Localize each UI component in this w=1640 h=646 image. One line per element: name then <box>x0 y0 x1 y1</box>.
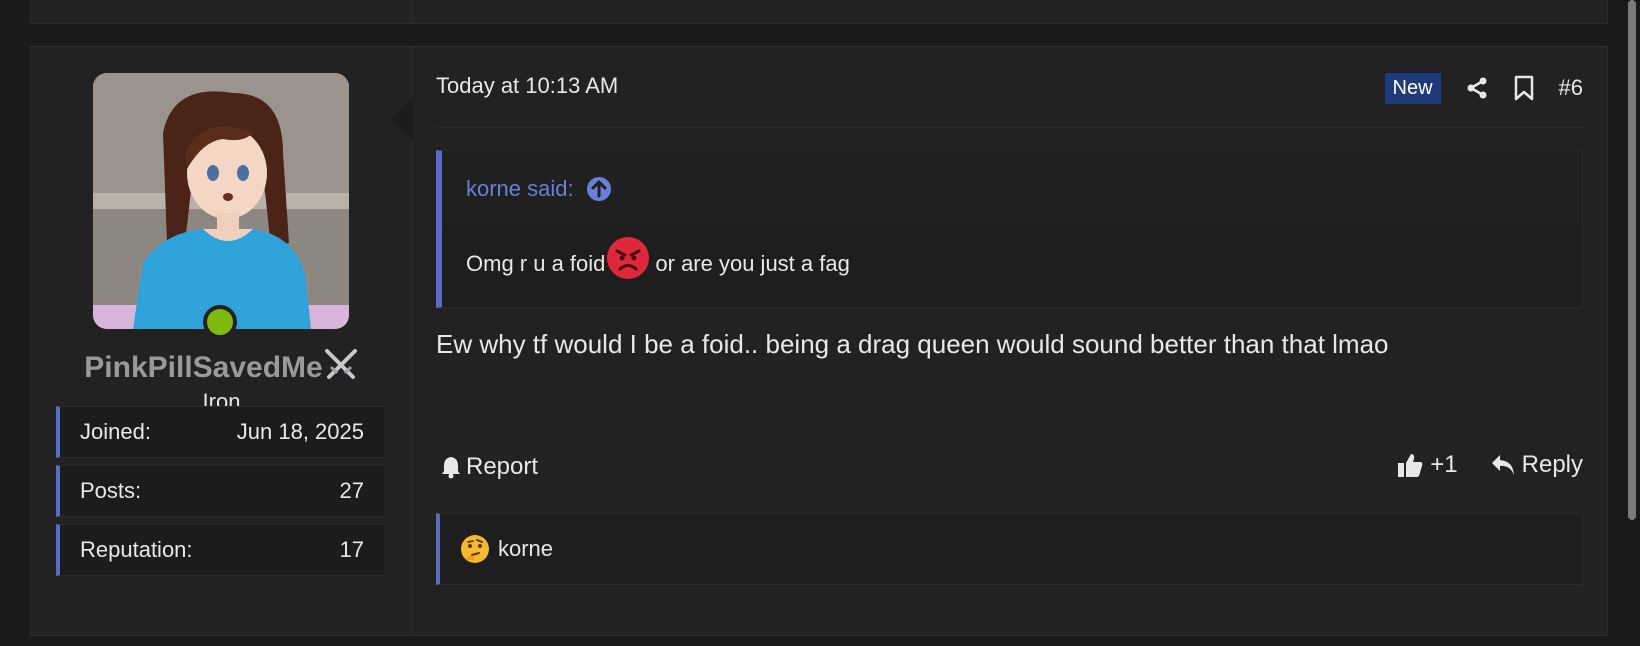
forum-post: PinkPillSavedMe Iron Joined: Jun 18, 202… <box>30 46 1608 636</box>
previous-post-divider <box>411 0 412 23</box>
post-footer: Report +1 Reply <box>436 447 1583 487</box>
page-scrollbar[interactable] <box>1628 0 1636 520</box>
user-info-column: PinkPillSavedMe Iron Joined: Jun 18, 202… <box>31 47 412 635</box>
thinking-face-emoji <box>460 534 490 564</box>
post-number-link[interactable]: #6 <box>1559 75 1583 101</box>
reaction-user[interactable]: korne <box>498 536 553 562</box>
previous-post-bottom <box>30 0 1608 24</box>
stat-value: 17 <box>339 537 364 562</box>
avatar[interactable] <box>93 73 349 329</box>
username[interactable]: PinkPillSavedMe <box>31 347 412 385</box>
post-content-column: Today at 10:13 AM New #6 korne said: Omg… <box>391 47 1607 635</box>
quote-header[interactable]: korne said: <box>442 151 1582 227</box>
angry-face-emoji <box>607 237 650 279</box>
stat-joined: Joined: Jun 18, 2025 <box>56 406 384 458</box>
post-message: Ew why tf would I be a foid.. being a dr… <box>436 329 1389 359</box>
quote-text: Omg r u a foid or are you just a fag <box>466 237 850 285</box>
reply-icon <box>1491 455 1514 475</box>
post-date[interactable]: Today at 10:13 AM <box>436 73 618 99</box>
stat-label: Reputation: <box>80 537 193 562</box>
quote-block: korne said: Omg r u a foid or are you ju… <box>436 150 1583 308</box>
post-header: Today at 10:13 AM New #6 <box>436 47 1583 128</box>
crossed-swords-icon <box>323 349 359 384</box>
reply-label[interactable]: Reply <box>1522 451 1583 479</box>
stat-value: Jun 18, 2025 <box>236 419 364 444</box>
arrow-up-circle-icon[interactable] <box>586 176 612 202</box>
online-status-dot <box>203 305 237 339</box>
stat-reputation: Reputation: 17 <box>56 524 384 576</box>
quote-author[interactable]: korne said: <box>466 176 574 202</box>
stat-label: Posts: <box>80 478 142 503</box>
stat-label: Joined: <box>80 419 151 444</box>
post-pointer-arrow <box>391 97 413 141</box>
bookmark-icon[interactable] <box>1513 75 1535 101</box>
report-button[interactable]: Report <box>440 453 538 481</box>
quote-text-after: or are you just a fag <box>655 251 850 276</box>
username-text[interactable]: PinkPillSavedMe <box>84 351 322 384</box>
avatar-image <box>93 73 349 329</box>
stat-value: 27 <box>339 478 364 503</box>
bell-icon <box>442 457 460 479</box>
share-icon[interactable] <box>1465 76 1489 100</box>
like-button[interactable]: +1 <box>1396 451 1458 479</box>
thumbs-up-icon <box>1398 454 1423 477</box>
reactions-bar[interactable]: korne <box>436 513 1583 585</box>
stat-posts: Posts: 27 <box>56 465 384 517</box>
new-badge: New <box>1384 72 1441 104</box>
like-count[interactable]: +1 <box>1430 451 1457 479</box>
post-header-actions: New #6 <box>1384 71 1583 105</box>
quote-text-before: Omg r u a foid <box>466 251 606 276</box>
report-label[interactable]: Report <box>466 453 538 481</box>
reply-button[interactable]: Reply <box>1490 451 1583 479</box>
post-footer-actions: +1 Reply <box>1396 451 1583 479</box>
